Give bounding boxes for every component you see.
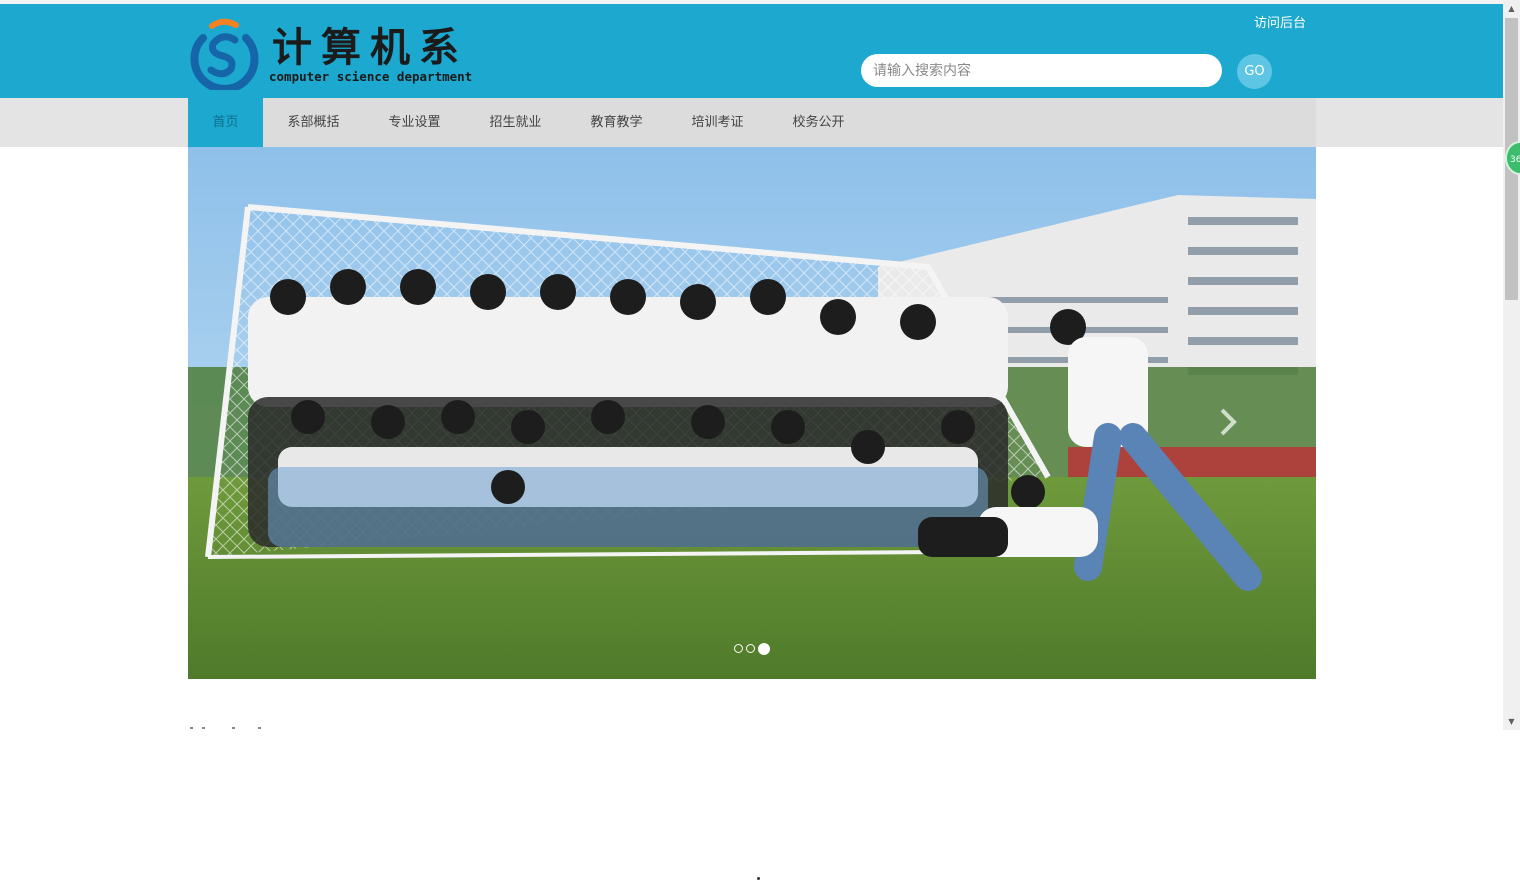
banner-photo [188, 147, 1316, 679]
main-nav: 首页 系部概括 专业设置 招生就业 教育教学 培训考证 校务公开 [0, 98, 1503, 147]
scroll-up-arrow-icon[interactable]: ▲ [1503, 0, 1520, 17]
search-input[interactable] [861, 54, 1222, 87]
carousel-dot-3[interactable] [758, 643, 770, 655]
nav-item-school-affairs[interactable]: 校务公开 [768, 98, 869, 147]
logo-emblem-icon [190, 18, 259, 90]
admin-link[interactable]: 访问后台 [1240, 12, 1320, 31]
logo-subtitle: computer science department [269, 69, 473, 84]
site-header: 计算机系 computer science department 访问后台 GO [0, 4, 1503, 98]
carousel-dot-1[interactable] [734, 644, 743, 653]
logo-title: 计算机系 [272, 24, 468, 71]
page-viewport: 计算机系 computer science department 访问后台 GO… [0, 0, 1503, 730]
banner-carousel[interactable] [188, 147, 1316, 679]
nav-item-majors[interactable]: 专业设置 [364, 98, 465, 147]
vertical-scrollbar[interactable]: ▲ ▼ [1503, 0, 1520, 730]
scroll-down-arrow-icon[interactable]: ▼ [1503, 713, 1520, 730]
stray-dot [757, 877, 760, 880]
nav-item-training-certification[interactable]: 培训考证 [667, 98, 768, 147]
carousel-dot-2[interactable] [746, 644, 755, 653]
nav-item-admissions-employment[interactable]: 招生就业 [465, 98, 566, 147]
section-heading-partial [188, 722, 268, 730]
nav-item-teaching[interactable]: 教育教学 [566, 98, 667, 147]
site-logo[interactable]: 计算机系 computer science department [186, 16, 486, 94]
nav-item-home[interactable]: 首页 [188, 98, 263, 147]
nav-item-department-overview[interactable]: 系部概括 [263, 98, 364, 147]
main-nav-inner: 首页 系部概括 专业设置 招生就业 教育教学 培训考证 校务公开 [188, 98, 1316, 147]
chevron-right-icon[interactable] [1208, 402, 1248, 442]
search-go-button[interactable]: GO [1237, 54, 1272, 89]
